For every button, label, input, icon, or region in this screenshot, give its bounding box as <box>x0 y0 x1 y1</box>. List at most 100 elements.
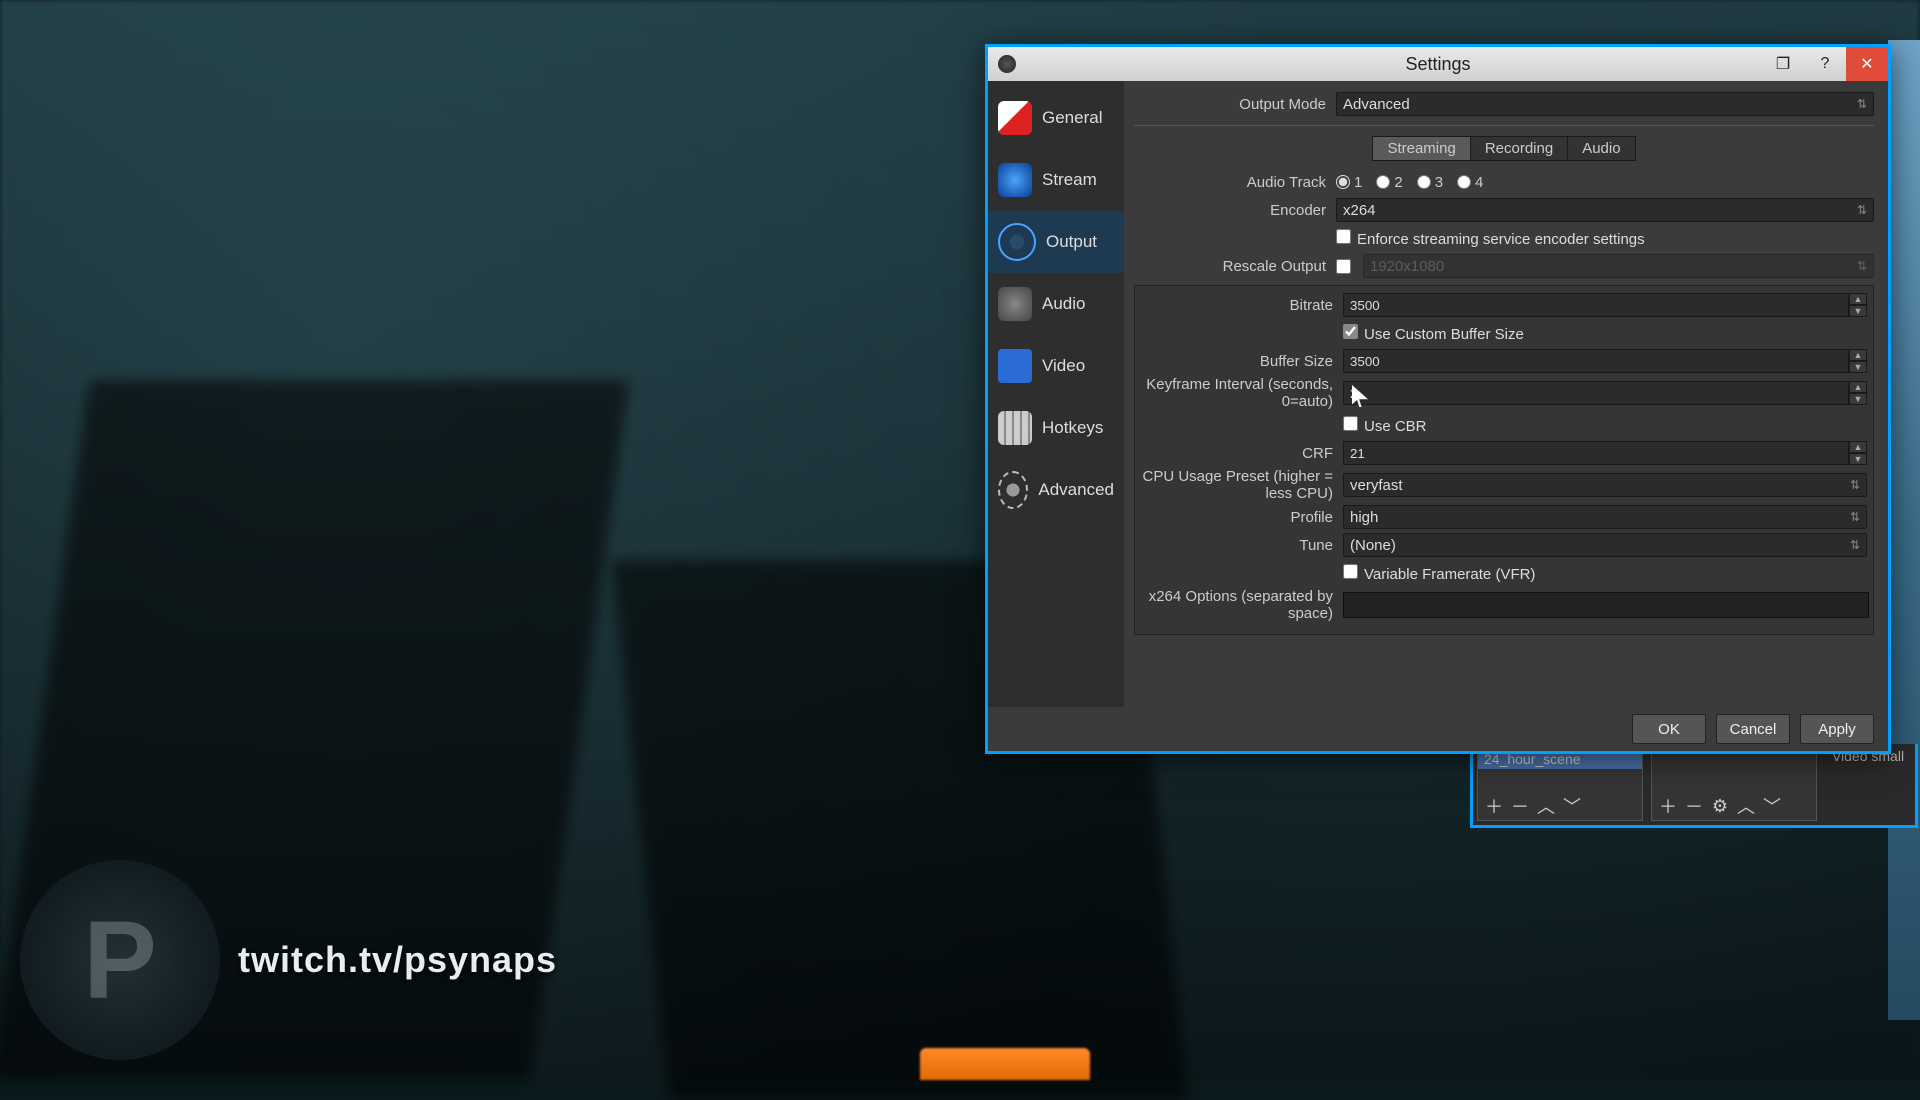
help-button[interactable]: ? <box>1804 47 1846 81</box>
spin-down-icon[interactable]: ▼ <box>1849 305 1867 317</box>
apply-button[interactable]: Apply <box>1800 714 1874 744</box>
taskbar-fragment <box>920 1048 1090 1080</box>
audio-track-1[interactable]: 1 <box>1336 174 1362 191</box>
spin-up-icon[interactable]: ▲ <box>1849 293 1867 305</box>
source-settings-button[interactable]: ⚙ <box>1710 796 1730 816</box>
audio-track-4[interactable]: 4 <box>1457 174 1483 191</box>
rescale-label: Rescale Output <box>1134 258 1336 275</box>
sidebar-item-stream[interactable]: Stream <box>988 149 1124 211</box>
rescale-checkbox[interactable] <box>1336 259 1351 274</box>
enforce-checkbox[interactable]: Enforce streaming service encoder settin… <box>1336 231 1645 248</box>
add-source-button[interactable]: ＋ <box>1658 796 1678 816</box>
output-mode-label: Output Mode <box>1134 96 1336 113</box>
window-title: Settings <box>988 54 1888 75</box>
transition-column: Video small <box>1825 748 1911 821</box>
chevron-updown-icon: ⇅ <box>1857 203 1867 217</box>
output-mode-select[interactable]: Advanced⇅ <box>1336 92 1874 116</box>
encoder-select[interactable]: x264⇅ <box>1336 198 1874 222</box>
sidebar-label: Hotkeys <box>1042 418 1103 438</box>
sidebar-label: Stream <box>1042 170 1097 190</box>
encoder-settings-box: Bitrate ▲▼ Use Custom Buffer Size Buffer… <box>1134 285 1874 635</box>
x264-options-label: x264 Options (separated by space) <box>1141 588 1343 622</box>
chevron-updown-icon: ⇅ <box>1857 97 1867 111</box>
titlebar[interactable]: Settings ❐ ? ✕ <box>988 47 1888 81</box>
general-icon <box>998 101 1032 135</box>
watermark: P twitch.tv/psynaps <box>20 860 557 1060</box>
sidebar-label: Advanced <box>1038 480 1114 500</box>
advanced-icon <box>998 471 1028 509</box>
stream-icon <box>998 163 1032 197</box>
sidebar-label: Output <box>1046 232 1097 252</box>
close-button[interactable]: ✕ <box>1846 47 1888 81</box>
scene-up-button[interactable]: ︿ <box>1536 796 1556 816</box>
scenes-panel: 24_hour_scene ＋ － ︿ ﹀ ＋ － ⚙ ︿ ﹀ Video sm… <box>1470 744 1918 828</box>
tune-select[interactable]: (None)⇅ <box>1343 533 1867 557</box>
sidebar-label: Audio <box>1042 294 1085 314</box>
chevron-updown-icon: ⇅ <box>1857 259 1867 273</box>
encoder-label: Encoder <box>1134 202 1336 219</box>
sidebar-item-advanced[interactable]: Advanced <box>988 459 1124 521</box>
x264-options-input[interactable] <box>1343 592 1869 618</box>
hotkeys-icon <box>998 411 1032 445</box>
restore-button[interactable]: ❐ <box>1762 47 1804 81</box>
remove-scene-button[interactable]: － <box>1510 796 1530 816</box>
keyframe-label: Keyframe Interval (seconds, 0=auto) <box>1141 376 1343 410</box>
add-scene-button[interactable]: ＋ <box>1484 796 1504 816</box>
custom-buffer-checkbox[interactable]: Use Custom Buffer Size <box>1343 326 1524 343</box>
crf-input[interactable]: ▲▼ <box>1343 441 1867 465</box>
spin-down-icon[interactable]: ▼ <box>1849 393 1867 405</box>
keyframe-input[interactable]: ▲▼ <box>1343 381 1867 405</box>
scenes-list[interactable]: 24_hour_scene ＋ － ︿ ﹀ <box>1477 748 1643 821</box>
cpu-preset-label: CPU Usage Preset (higher = less CPU) <box>1141 468 1343 502</box>
sidebar-item-hotkeys[interactable]: Hotkeys <box>988 397 1124 459</box>
vfr-checkbox[interactable]: Variable Framerate (VFR) <box>1343 566 1535 583</box>
profile-label: Profile <box>1141 509 1343 526</box>
rescale-resolution-select: 1920x1080⇅ <box>1363 254 1874 278</box>
video-icon <box>998 349 1032 383</box>
settings-sidebar: General Stream Output Audio Video Hotkey… <box>988 81 1124 707</box>
remove-source-button[interactable]: － <box>1684 796 1704 816</box>
window-edge-strip <box>1888 40 1920 1020</box>
bitrate-input[interactable]: ▲▼ <box>1343 293 1867 317</box>
bitrate-label: Bitrate <box>1141 297 1343 314</box>
watermark-logo: P <box>20 860 220 1060</box>
audio-track-2[interactable]: 2 <box>1376 174 1402 191</box>
scene-down-button[interactable]: ﹀ <box>1562 796 1582 816</box>
crf-label: CRF <box>1141 445 1343 462</box>
settings-window: Settings ❐ ? ✕ General Stream Output Aud… <box>985 44 1891 754</box>
spin-up-icon[interactable]: ▲ <box>1849 349 1867 361</box>
tab-recording[interactable]: Recording <box>1471 136 1568 161</box>
spin-up-icon[interactable]: ▲ <box>1849 441 1867 453</box>
sources-list[interactable]: ＋ － ⚙ ︿ ﹀ <box>1651 748 1817 821</box>
spin-up-icon[interactable]: ▲ <box>1849 381 1867 393</box>
dialog-footer: OK Cancel Apply <box>988 707 1888 751</box>
cpu-preset-select[interactable]: veryfast⇅ <box>1343 473 1867 497</box>
tab-streaming[interactable]: Streaming <box>1372 136 1470 161</box>
ok-button[interactable]: OK <box>1632 714 1706 744</box>
watermark-text: twitch.tv/psynaps <box>238 939 557 981</box>
cancel-button[interactable]: Cancel <box>1716 714 1790 744</box>
sidebar-label: General <box>1042 108 1102 128</box>
sidebar-item-output[interactable]: Output <box>988 211 1124 273</box>
sidebar-item-general[interactable]: General <box>988 87 1124 149</box>
chevron-updown-icon: ⇅ <box>1850 510 1860 524</box>
app-icon <box>998 55 1016 73</box>
buffer-label: Buffer Size <box>1141 353 1343 370</box>
spin-down-icon[interactable]: ▼ <box>1849 453 1867 465</box>
tune-label: Tune <box>1141 537 1343 554</box>
use-cbr-checkbox[interactable]: Use CBR <box>1343 418 1427 435</box>
chevron-updown-icon: ⇅ <box>1850 478 1860 492</box>
source-up-button[interactable]: ︿ <box>1736 796 1756 816</box>
sidebar-item-video[interactable]: Video <box>988 335 1124 397</box>
profile-select[interactable]: high⇅ <box>1343 505 1867 529</box>
settings-content: Output Mode Advanced⇅ Streaming Recordin… <box>1124 81 1888 707</box>
output-icon <box>998 223 1036 261</box>
spin-down-icon[interactable]: ▼ <box>1849 361 1867 373</box>
source-down-button[interactable]: ﹀ <box>1762 796 1782 816</box>
audio-track-3[interactable]: 3 <box>1417 174 1443 191</box>
buffer-input[interactable]: ▲▼ <box>1343 349 1867 373</box>
output-tabs: Streaming Recording Audio <box>1134 136 1874 161</box>
chevron-updown-icon: ⇅ <box>1850 538 1860 552</box>
sidebar-item-audio[interactable]: Audio <box>988 273 1124 335</box>
tab-audio[interactable]: Audio <box>1568 136 1635 161</box>
